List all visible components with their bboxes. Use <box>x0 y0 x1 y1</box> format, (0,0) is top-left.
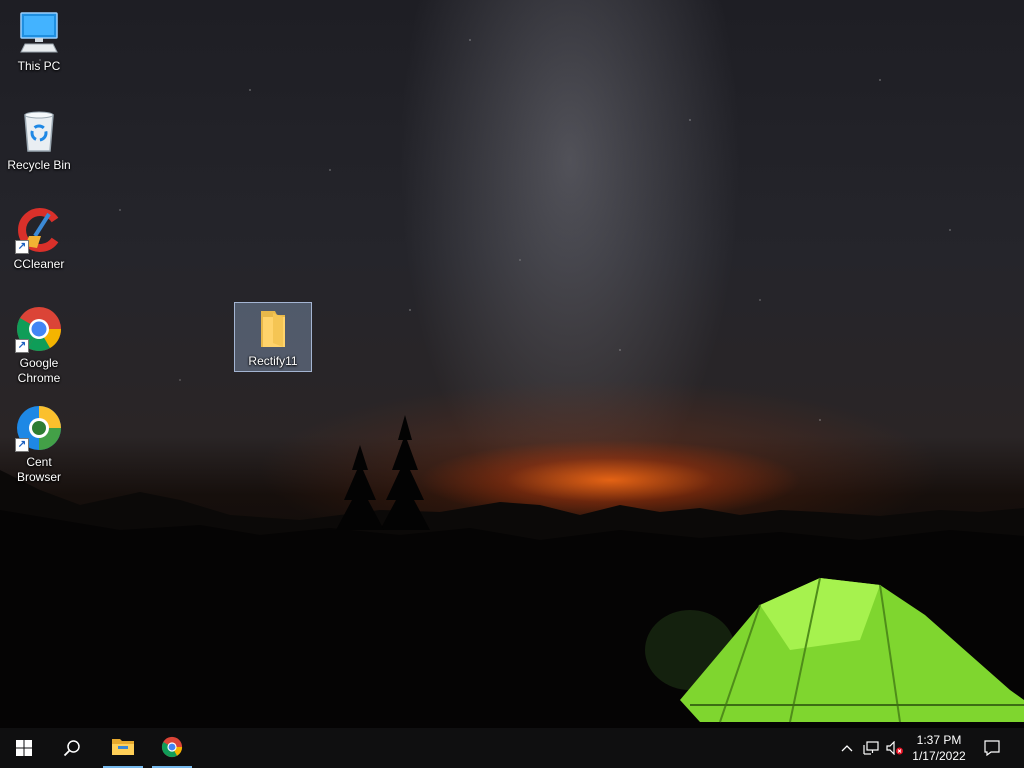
volume-muted-icon <box>886 741 903 755</box>
clock-date: 1/17/2022 <box>912 749 966 763</box>
chrome-icon: ↗ <box>15 305 63 353</box>
taskbar-app-file-explorer[interactable] <box>103 728 143 768</box>
desktop-icon-google-chrome[interactable]: ↗ Google Chrome <box>1 305 77 386</box>
start-button[interactable] <box>0 728 48 768</box>
taskbar-app-google-chrome[interactable] <box>152 728 192 768</box>
shortcut-arrow-icon: ↗ <box>15 438 29 452</box>
desktop-icon-label: Recycle Bin <box>7 158 71 172</box>
show-hidden-icons-button[interactable] <box>838 728 856 768</box>
desktop-icon-label: This PC <box>17 59 61 73</box>
taskbar: 1:37 PM 1/17/2022 <box>0 728 1024 768</box>
recycle-bin-icon <box>15 107 63 155</box>
network-icon <box>863 741 879 755</box>
desktop-icon-label: CCleaner <box>13 257 65 271</box>
windows-start-icon <box>16 740 32 756</box>
action-center-button[interactable] <box>978 728 1006 768</box>
shortcut-arrow-icon: ↗ <box>15 240 29 254</box>
cent-browser-icon: ↗ <box>15 404 63 452</box>
action-center-icon <box>984 740 1000 756</box>
chrome-icon <box>161 736 183 758</box>
volume-button[interactable] <box>884 728 906 768</box>
clock[interactable]: 1:37 PM 1/17/2022 <box>906 732 972 766</box>
landscape-silhouette <box>0 415 1024 728</box>
desktop-icon-cent-browser[interactable]: ↗ Cent Browser <box>1 404 77 485</box>
desktop-wallpaper: This PC Recycle Bin ↗ CCleaner ↗ Google … <box>0 0 1024 728</box>
chevron-up-icon <box>841 745 853 752</box>
desktop-icon-rectify11-folder[interactable]: Rectify11 <box>234 302 312 372</box>
clock-time: 1:37 PM <box>916 733 962 747</box>
folder-icon <box>249 307 297 351</box>
desktop-icon-ccleaner[interactable]: ↗ CCleaner <box>1 206 77 272</box>
desktop-icon-label: Cent Browser <box>16 455 61 484</box>
computer-icon <box>15 8 63 56</box>
desktop-icon-this-pc[interactable]: This PC <box>1 8 77 74</box>
desktop-icon-label: Google Chrome <box>17 356 61 385</box>
file-explorer-icon <box>112 739 134 755</box>
desktop-icon-label: Rectify11 <box>248 354 298 368</box>
shortcut-arrow-icon: ↗ <box>15 339 29 353</box>
network-status-button[interactable] <box>860 728 882 768</box>
ccleaner-icon: ↗ <box>15 206 63 254</box>
desktop-icon-recycle-bin[interactable]: Recycle Bin <box>1 107 77 173</box>
search-button[interactable] <box>48 728 96 768</box>
search-icon <box>63 740 80 757</box>
